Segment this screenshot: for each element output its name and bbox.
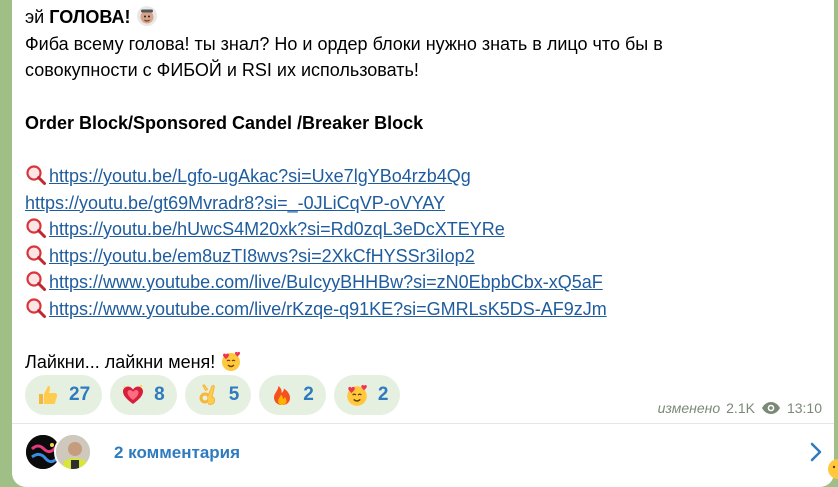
partial-emoji-icon bbox=[828, 459, 838, 479]
chevron-right-icon bbox=[810, 442, 822, 462]
link-row-2: https://youtu.be/gt69Mvradr8?si=_-0JLiCq… bbox=[25, 190, 825, 217]
body-line-2: совокупности с ФИБОЙ и RSI их использова… bbox=[25, 60, 419, 80]
face-emoji-icon bbox=[136, 6, 157, 26]
thumbs-up-icon bbox=[35, 382, 61, 408]
link-row-1: https://youtu.be/Lgfo-ugAkac?si=Uxe7lgYB… bbox=[25, 163, 825, 190]
reaction-sparkling-heart[interactable]: 8 bbox=[110, 375, 177, 415]
message-bubble: эй ГОЛОВА! Фиба всему голова! ты знал? Н… bbox=[12, 0, 834, 487]
heading-line: Order Block/Sponsored Candel /Breaker Bl… bbox=[25, 113, 424, 133]
video-link[interactable]: https://youtu.be/em8uzTI8wvs?si=2XkCfHYS… bbox=[49, 246, 475, 266]
message-meta: изменено 2.1K 13:10 bbox=[658, 400, 822, 416]
link-row-3: https://youtu.be/hUwcS4M20xk?si=Rd0zqL3e… bbox=[25, 216, 825, 243]
greeting-line: эй ГОЛОВА! bbox=[25, 4, 825, 31]
reaction-count: 5 bbox=[228, 384, 240, 405]
reaction-count: 27 bbox=[69, 384, 91, 405]
reaction-count: 2 bbox=[377, 384, 389, 405]
link-row-4: https://youtu.be/em8uzTI8wvs?si=2XkCfHYS… bbox=[25, 243, 825, 270]
reaction-thumbs-up[interactable]: 27 bbox=[25, 375, 103, 415]
reaction-count: 2 bbox=[303, 384, 314, 405]
link-row-5: https://www.youtube.com/live/BuIcyyBHHBw… bbox=[25, 269, 825, 296]
video-link[interactable]: https://youtu.be/gt69Mvradr8?si=_-0JLiCq… bbox=[25, 193, 445, 213]
smiling-face-with-hearts-icon bbox=[222, 351, 241, 371]
magnifier-icon bbox=[26, 271, 46, 291]
reaction-smiling-face-with-hearts[interactable]: 2 bbox=[333, 375, 401, 415]
reaction-fire[interactable]: 2 bbox=[259, 375, 326, 415]
link-row-6: https://www.youtube.com/live/rKzqe-q91KE… bbox=[25, 296, 825, 323]
reaction-ok-hand[interactable]: 5 bbox=[184, 375, 252, 415]
video-link[interactable]: https://youtu.be/Lgfo-ugAkac?si=Uxe7lgYB… bbox=[49, 166, 471, 186]
magnifier-icon bbox=[26, 218, 46, 238]
sparkling-heart-icon bbox=[120, 382, 146, 408]
magnifier-icon bbox=[26, 297, 46, 318]
magnifier-icon bbox=[26, 244, 46, 265]
closing-line: Лайкни... лайкни меня! bbox=[25, 349, 825, 376]
fire-icon bbox=[269, 382, 295, 408]
ok-hand-icon bbox=[195, 382, 221, 408]
comments-count-label: 2 комментария bbox=[114, 443, 241, 462]
video-link[interactable]: https://youtu.be/hUwcS4M20xk?si=Rd0zqL3e… bbox=[49, 219, 505, 239]
body-line-1: Фиба всему голова! ты знал? Но и ордер б… bbox=[25, 33, 663, 54]
magnifier-icon bbox=[26, 165, 46, 185]
eye-icon bbox=[761, 402, 780, 414]
greeting-text: эй bbox=[25, 7, 50, 27]
closing-text: Лайкни... лайкни меня! bbox=[25, 351, 216, 372]
edited-label: изменено bbox=[657, 400, 721, 416]
avatar bbox=[54, 433, 92, 471]
reaction-count: 8 bbox=[154, 384, 165, 405]
smiling-face-with-hearts-icon bbox=[344, 382, 370, 408]
commenters-avatars bbox=[24, 433, 104, 473]
comments-button[interactable]: 2 комментария bbox=[12, 424, 834, 482]
video-link[interactable]: https://www.youtube.com/live/rKzqe-q91KE… bbox=[49, 299, 607, 319]
time-label: 13:10 bbox=[786, 400, 822, 416]
views-count: 2.1K bbox=[726, 400, 755, 416]
message-text: эй ГОЛОВА! Фиба всему голова! ты знал? Н… bbox=[25, 4, 825, 375]
reactions-bar: 27 8 5 2 2 bbox=[25, 375, 401, 415]
greeting-bold: ГОЛОВА! bbox=[49, 7, 131, 27]
video-link[interactable]: https://www.youtube.com/live/BuIcyyBHHBw… bbox=[49, 272, 603, 292]
